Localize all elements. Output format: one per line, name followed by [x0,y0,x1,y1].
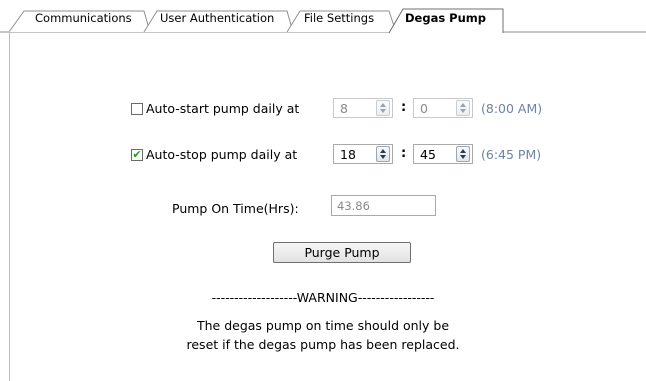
tab-file-settings[interactable]: File Settings [304,11,374,25]
auto-start-hour-value: 8 [340,100,348,116]
tab-communications[interactable]: Communications [35,11,132,25]
auto-start-minute-value: 0 [420,100,428,116]
auto-stop-row: ✔ Auto-stop pump daily at [131,147,297,162]
auto-stop-separator: : [401,146,407,161]
pump-on-time-field[interactable]: 43.86 [331,195,436,216]
spin-down-icon[interactable] [380,109,386,113]
auto-start-label[interactable]: Auto-start pump daily at [146,101,299,116]
auto-stop-checkbox[interactable]: ✔ [131,147,143,161]
pump-on-time-label: Pump On Time(Hrs): [172,201,299,216]
auto-start-hour-spinner[interactable]: 8 [333,98,393,118]
auto-start-time-display: (8:00 AM) [481,101,543,116]
auto-stop-hour-value: 18 [340,146,356,162]
spin-arrows-icon[interactable] [376,146,390,162]
auto-stop-check-mark: ✔ [132,147,142,161]
spin-arrows-icon[interactable] [456,146,470,162]
spin-up-icon[interactable] [380,103,386,107]
warning-header: -------------------WARNING--------------… [211,290,435,305]
spin-down-icon[interactable] [460,109,466,113]
spin-arrows-icon[interactable] [376,100,390,116]
tab-degas-pump[interactable]: Degas Pump [405,11,486,25]
auto-stop-label[interactable]: Auto-stop pump daily at [146,147,297,162]
warning-line-2: reset if the degas pump has been replace… [186,337,460,352]
auto-start-minute-spinner[interactable]: 0 [413,98,473,118]
auto-start-separator: : [401,100,407,115]
purge-pump-button[interactable]: Purge Pump [273,242,411,263]
spin-down-icon[interactable] [460,155,466,159]
spin-up-icon[interactable] [460,149,466,153]
auto-start-checkbox[interactable] [131,102,143,115]
auto-stop-minute-value: 45 [420,146,436,162]
tab-user-authentication[interactable]: User Authentication [160,11,274,25]
spin-up-icon[interactable] [380,149,386,153]
tab-strip: Communications User Authentication File … [0,0,646,34]
warning-line-1: The degas pump on time should only be [196,318,450,333]
auto-start-row: Auto-start pump daily at [131,101,299,116]
spin-up-icon[interactable] [460,103,466,107]
auto-stop-minute-spinner[interactable]: 45 [413,144,473,164]
auto-stop-time-display: (6:45 PM) [481,147,542,162]
spin-arrows-icon[interactable] [456,100,470,116]
spin-down-icon[interactable] [380,155,386,159]
auto-stop-hour-spinner[interactable]: 18 [333,144,393,164]
